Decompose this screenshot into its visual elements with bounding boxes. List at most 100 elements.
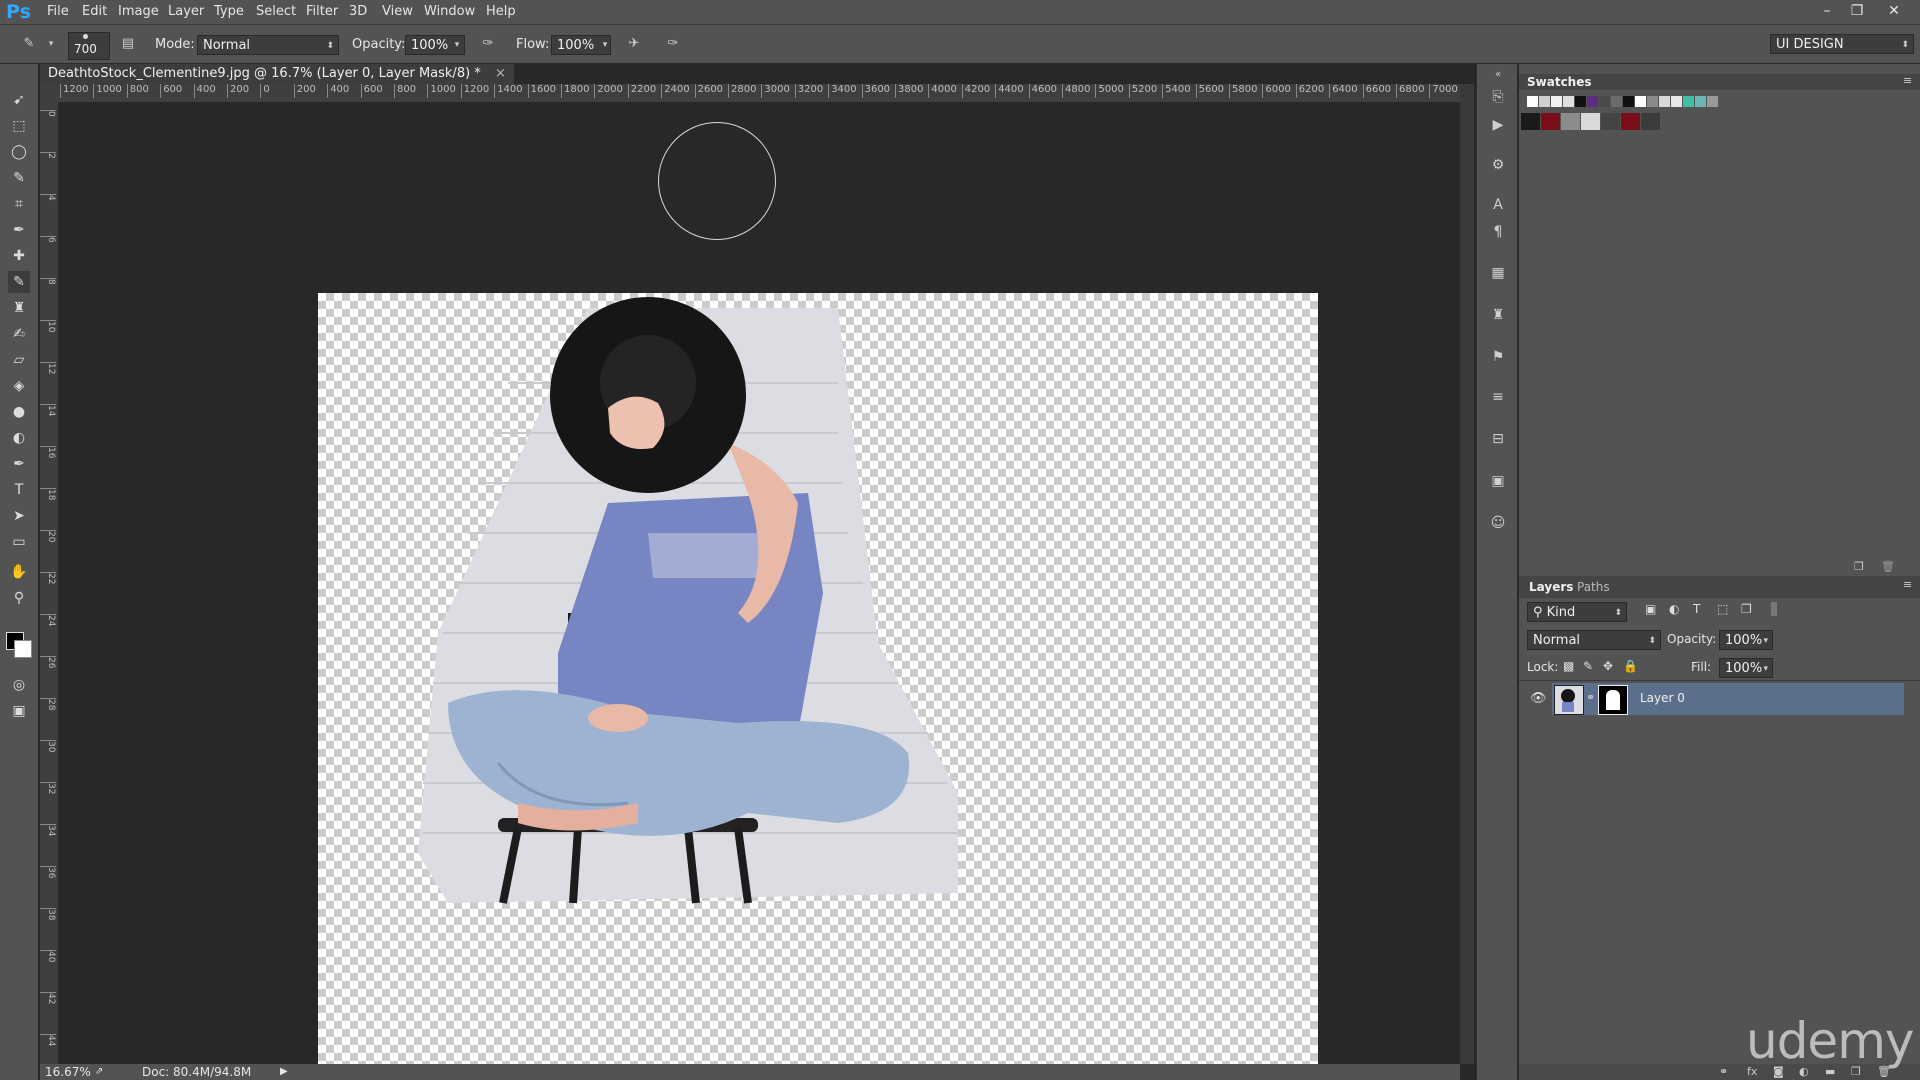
- vertical-scrollbar[interactable]: [1460, 84, 1474, 1064]
- swatch[interactable]: [1623, 96, 1634, 107]
- brush-presets-panel-icon[interactable]: ⚙: [1487, 154, 1509, 176]
- libraries-panel-icon[interactable]: ☺: [1487, 512, 1509, 534]
- path-selection-tool-icon[interactable]: ➤: [8, 505, 30, 527]
- mask-link-icon[interactable]: ⚭: [1586, 691, 1595, 704]
- delete-swatch-icon[interactable]: 🗑: [1881, 560, 1895, 573]
- layer-opacity-field[interactable]: 100% ▾: [1719, 630, 1773, 650]
- new-swatch-icon[interactable]: ❐: [1854, 560, 1864, 573]
- menu-edit[interactable]: Edit: [82, 4, 107, 19]
- swatch[interactable]: [1581, 113, 1600, 130]
- layer-row[interactable]: 👁 ⚭ Layer 0: [1530, 683, 1904, 715]
- menu-type[interactable]: Type: [214, 4, 244, 19]
- restore-button[interactable]: ❐: [1846, 1, 1868, 21]
- layer-mask-thumbnail[interactable]: [1598, 685, 1628, 715]
- status-menu-arrow-icon[interactable]: ▶: [280, 1064, 288, 1080]
- blend-mode-dropdown[interactable]: Normal ⬍: [1527, 630, 1661, 650]
- brush-preset-picker[interactable]: 700: [68, 32, 110, 60]
- healing-brush-tool-icon[interactable]: ✚: [8, 245, 30, 267]
- hand-tool-icon[interactable]: ✋: [8, 561, 30, 583]
- rectangle-tool-icon[interactable]: ▭: [8, 531, 30, 553]
- swatch[interactable]: [1647, 96, 1658, 107]
- clone-stamp-tool-icon[interactable]: ♜: [8, 297, 30, 319]
- swatch[interactable]: [1587, 96, 1598, 107]
- menu-view[interactable]: View: [382, 4, 413, 19]
- filter-adjustment-icon[interactable]: ◐: [1669, 602, 1679, 616]
- swatch[interactable]: [1641, 113, 1660, 130]
- panel-menu-icon[interactable]: ≡: [1903, 578, 1912, 591]
- workspace-switcher[interactable]: UI DESIGN ⬍: [1770, 34, 1914, 54]
- marquee-tool-icon[interactable]: ⬚: [8, 115, 30, 137]
- menu-3d[interactable]: 3D: [349, 4, 367, 19]
- quick-selection-tool-icon[interactable]: ✎: [8, 167, 30, 189]
- filter-pixel-icon[interactable]: ▣: [1645, 602, 1656, 616]
- brush-tool-icon[interactable]: ✎: [20, 35, 38, 53]
- swatch[interactable]: [1683, 96, 1694, 107]
- styles-panel-icon[interactable]: ⊟: [1487, 428, 1509, 450]
- vertical-ruler[interactable]: 0 2 4 6 8 10 12 14 16 18 20 22 24 26 28 30 32 34 36 38 40 42 4…: [40, 102, 59, 1064]
- fill-field[interactable]: 100% ▾: [1719, 658, 1773, 678]
- chevron-down-icon[interactable]: ▾: [42, 35, 60, 53]
- swatch[interactable]: [1659, 96, 1670, 107]
- visibility-eye-icon[interactable]: 👁: [1530, 691, 1547, 706]
- swatch[interactable]: [1671, 96, 1682, 107]
- menu-window[interactable]: Window: [424, 4, 475, 19]
- close-window-button[interactable]: ✕: [1883, 1, 1905, 21]
- filter-toggle[interactable]: [1771, 602, 1777, 616]
- mode-dropdown[interactable]: Normal ⬍: [197, 35, 339, 55]
- character-panel-icon[interactable]: A: [1487, 194, 1509, 216]
- close-tab-icon[interactable]: ×: [495, 66, 506, 81]
- swatch[interactable]: [1599, 96, 1610, 107]
- swatch[interactable]: [1575, 96, 1586, 107]
- layer-thumbnail[interactable]: [1554, 685, 1584, 715]
- lock-pixels-icon[interactable]: ✎: [1583, 659, 1593, 673]
- swatch[interactable]: [1521, 113, 1540, 130]
- workspace-area[interactable]: [58, 102, 1460, 1074]
- screen-mode-icon[interactable]: ▣: [8, 700, 30, 722]
- history-panel-icon[interactable]: ⎘: [1487, 86, 1509, 108]
- move-tool-icon[interactable]: ➹: [8, 89, 30, 111]
- menu-help[interactable]: Help: [486, 4, 516, 19]
- filter-type-icon[interactable]: T: [1693, 602, 1700, 616]
- document-canvas[interactable]: [318, 293, 1318, 1074]
- menu-filter[interactable]: Filter: [306, 4, 338, 19]
- type-tool-icon[interactable]: T: [8, 479, 30, 501]
- history-brush-tool-icon[interactable]: ✍: [8, 323, 30, 345]
- menu-layer[interactable]: Layer: [168, 4, 204, 19]
- tab-paths[interactable]: Paths: [1577, 580, 1610, 594]
- swatch[interactable]: [1621, 113, 1640, 130]
- notes-panel-icon[interactable]: ⚑: [1487, 346, 1509, 368]
- menu-select[interactable]: Select: [256, 4, 296, 19]
- swatch[interactable]: [1695, 96, 1706, 107]
- menu-image[interactable]: Image: [118, 4, 159, 19]
- lock-position-icon[interactable]: ✥: [1603, 659, 1613, 673]
- info-panel-icon[interactable]: ▦: [1487, 262, 1509, 284]
- eyedropper-tool-icon[interactable]: ✒: [8, 219, 30, 241]
- panel-menu-icon[interactable]: ≡: [1903, 74, 1912, 87]
- brush-panel-toggle-icon[interactable]: ▤: [119, 35, 137, 53]
- adjustments-panel-icon[interactable]: ≡: [1487, 386, 1509, 408]
- layer-filter-dropdown[interactable]: ⚲ Kind ⬍: [1527, 602, 1627, 622]
- paint-bucket-tool-icon[interactable]: ◈: [8, 375, 30, 397]
- flow-slider-arrow-icon[interactable]: ▾: [596, 36, 614, 54]
- horizontal-ruler[interactable]: 1200 1000 800 600 400 200 0 200 400 600 800 1000 120…: [58, 84, 1460, 103]
- pressure-size-icon[interactable]: ✑: [664, 35, 682, 53]
- export-icon[interactable]: ⇗: [95, 1064, 103, 1080]
- eraser-tool-icon[interactable]: ▱: [8, 349, 30, 371]
- ruler-origin[interactable]: [40, 84, 58, 102]
- crop-tool-icon[interactable]: ⌗: [8, 193, 30, 215]
- swatch[interactable]: [1707, 96, 1718, 107]
- filter-smart-object-icon[interactable]: ❐: [1741, 602, 1752, 616]
- swatch[interactable]: [1611, 96, 1622, 107]
- actions-panel-icon[interactable]: ▶: [1487, 114, 1509, 136]
- minimize-button[interactable]: –: [1816, 1, 1838, 21]
- filter-shape-icon[interactable]: ⬚: [1717, 602, 1728, 616]
- swatch[interactable]: [1541, 113, 1560, 130]
- blur-tool-icon[interactable]: ●: [8, 401, 30, 423]
- swatches-tab[interactable]: Swatches: [1527, 75, 1592, 89]
- brush-tool-icon[interactable]: ✎: [8, 271, 30, 293]
- dodge-tool-icon[interactable]: ◐: [8, 427, 30, 449]
- zoom-level[interactable]: 16.67%: [45, 1064, 91, 1080]
- link-layers-icon[interactable]: ⚭: [1719, 1065, 1728, 1078]
- swatch[interactable]: [1527, 96, 1538, 107]
- swatch[interactable]: [1551, 96, 1562, 107]
